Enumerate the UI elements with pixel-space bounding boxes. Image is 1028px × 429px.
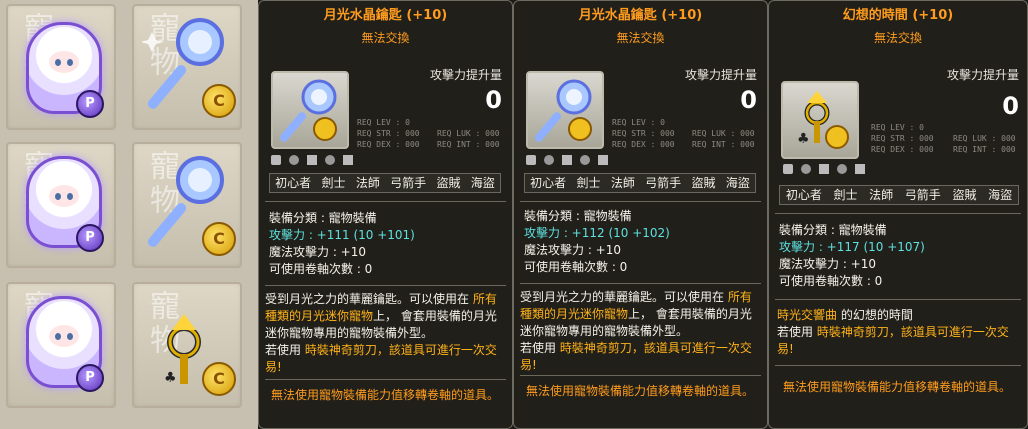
equip-slot-2[interactable]: 寵物 C <box>132 142 242 268</box>
item-title: 幻想的時間 (+10) <box>842 8 954 23</box>
attack-increase-value: 0 <box>740 86 757 114</box>
svg-text:♣: ♣ <box>797 131 810 147</box>
item-title: 月光水晶鑰匙 (+10) <box>578 8 703 23</box>
item-tooltip-3: 幻想的時間 (+10) 無法交換 ♣ 攻擊力提升量 0 REQ LEV : 0R… <box>768 0 1028 429</box>
divider <box>265 201 506 202</box>
job-list: 初心者 劍士 法師 弓箭手 盜賊 海盜 <box>524 173 756 193</box>
divider <box>265 379 506 380</box>
dot-icon <box>544 155 554 165</box>
item-flag-icons <box>783 163 865 175</box>
dot-icon <box>837 164 847 174</box>
premium-coin-icon: P <box>76 364 104 392</box>
item-icon-box <box>526 71 604 149</box>
attack-increase-label: 攻擊力提升量 <box>946 68 1019 82</box>
pet-slot-3[interactable]: 寵物 P <box>6 282 116 408</box>
moon-crystal-key-icon <box>535 79 592 142</box>
magic-attack-stat: 魔法攻擊力 : +10 <box>269 245 366 259</box>
equip-category: 裝備分類 : 寵物裝備 <box>269 211 377 225</box>
premium-coin-icon: P <box>76 224 104 252</box>
magic-attack-stat: 魔法攻擊力 : +10 <box>524 243 621 257</box>
dot-icon <box>801 164 811 174</box>
equip-category: 裝備分類 : 寵物裝備 <box>779 223 887 237</box>
item-description: 時光交響曲 的幻想的時間 若使用 時裝神奇剪刀，該道具可進行一次交易! <box>777 308 1009 356</box>
pet-slot-2[interactable]: 寵物 P <box>6 142 116 268</box>
req-left: REQ LEV : 0 REQ STR : 000 REQ DEX : 000 <box>612 118 675 149</box>
tag-icon <box>271 155 281 165</box>
gold-coin-icon: C <box>202 362 236 396</box>
divider <box>520 283 761 284</box>
svg-text:♣: ♣ <box>164 370 177 386</box>
shield-icon <box>343 155 353 165</box>
transfer-note: 無法使用寵物裝備能力值移轉卷軸的道具。 <box>526 384 755 398</box>
attack-stat: 攻擊力 : +111 (10 +101) <box>269 228 415 242</box>
item-flag-icons <box>271 154 353 166</box>
tag-icon <box>526 155 536 165</box>
lock-icon <box>819 164 829 174</box>
item-description: 受到月光之力的華麗鑰匙。可以使用在 所有種類的月光迷你寵物上， 會套用裝備的月光… <box>265 292 497 374</box>
transfer-note: 無法使用寵物裝備能力值移轉卷軸的道具。 <box>783 380 1012 394</box>
divider <box>775 213 1021 214</box>
item-tooltip-1: 月光水晶鑰匙 (+10) 無法交換 攻擊力提升量 0 REQ LEV : 0 RE… <box>258 0 513 429</box>
lock-icon <box>562 155 572 165</box>
shield-icon <box>598 155 608 165</box>
job-list: 初心者 劍士 法師 弓箭手 盜賊 海盜 <box>779 185 1019 205</box>
attack-increase-label: 攻擊力提升量 <box>684 68 757 82</box>
trade-status: 無法交換 <box>873 31 922 45</box>
divider <box>265 285 506 286</box>
transfer-note: 無法使用寵物裝備能力值移轉卷軸的道具。 <box>271 388 500 402</box>
item-title: 月光水晶鑰匙 (+10) <box>323 8 448 23</box>
moon-crystal-key-icon <box>280 79 337 142</box>
pet-slot-1[interactable]: 寵物 P <box>6 4 116 130</box>
gold-coin-icon: C <box>202 222 236 256</box>
req-right: REQ LUK : 000 REQ INT : 000 <box>953 134 1016 154</box>
equip-category: 裝備分類 : 寵物裝備 <box>524 209 632 223</box>
item-tooltip-2: 月光水晶鑰匙 (+10) 無法交換 攻擊力提升量 0 REQ LEV : 0 RE… <box>513 0 768 429</box>
equip-slot-1[interactable]: 寵物 C <box>132 4 242 130</box>
attack-increase-value: 0 <box>485 86 502 114</box>
item-icon-box: ♣ <box>781 81 859 159</box>
pet-inventory: 寵物 P 寵物 P 寵物 P 寵物 C 寵物 <box>0 0 258 429</box>
scroll-count: 可使用卷軸次數 : 0 <box>269 262 373 276</box>
trade-status: 無法交換 <box>361 31 410 45</box>
item-description: 受到月光之力的華麗鑰匙。可以使用在 所有種類的月光迷你寵物上， 會套用裝備的月光… <box>520 290 752 372</box>
item-flag-icons <box>526 154 608 166</box>
job-list: 初心者 劍士 法師 弓箭手 盜賊 海盜 <box>269 173 501 193</box>
dot-icon <box>289 155 299 165</box>
shield-icon <box>855 164 865 174</box>
attack-stat: 攻擊力 : +112 (10 +102) <box>524 226 670 240</box>
attack-increase-label: 攻擊力提升量 <box>429 68 502 82</box>
magic-attack-stat: 魔法攻擊力 : +10 <box>779 257 876 271</box>
tag-icon <box>783 164 793 174</box>
item-icon-box <box>271 71 349 149</box>
trade-status: 無法交換 <box>616 31 665 45</box>
gold-coin-icon: C <box>202 84 236 118</box>
divider <box>520 201 761 202</box>
dot-icon <box>325 155 335 165</box>
equip-slot-3[interactable]: 寵物 ♣ C <box>132 282 242 408</box>
scroll-count: 可使用卷軸次數 : 0 <box>524 260 628 274</box>
divider <box>775 299 1021 300</box>
divider <box>520 375 761 376</box>
dot-icon <box>580 155 590 165</box>
req-right: REQ LUK : 000 REQ INT : 000 <box>692 129 755 149</box>
divider <box>775 365 1021 366</box>
premium-coin-icon: P <box>76 90 104 118</box>
fantasy-time-key-icon: ♣ <box>797 91 849 149</box>
req-right: REQ LUK : 000 REQ INT : 000 <box>437 129 500 149</box>
lock-icon <box>307 155 317 165</box>
req-left: REQ LEV : 0 REQ STR : 000 REQ DEX : 000 <box>871 123 934 154</box>
scroll-count: 可使用卷軸次數 : 0 <box>779 274 883 288</box>
attack-increase-value: 0 <box>1002 92 1019 120</box>
attack-stat: 攻擊力 : +117 (10 +107) <box>779 240 925 254</box>
req-left: REQ LEV : 0 REQ STR : 000 REQ DEX : 000 <box>357 118 420 149</box>
